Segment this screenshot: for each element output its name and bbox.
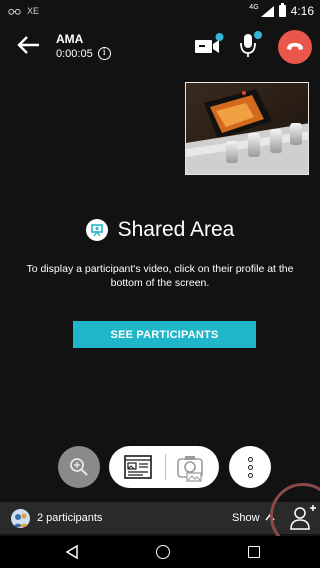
shared-area-description: To display a participant's video, click … [26,263,294,289]
status-left-text: XE [27,6,40,16]
call-timer-value: 0:00:05 [56,47,93,60]
glasses-icon [8,8,21,15]
participants-avatar-icon [11,509,30,528]
video-preview-thumbnail[interactable] [185,82,309,175]
zoom-icon [70,458,88,476]
nav-back-icon[interactable] [65,545,79,559]
shared-area-title: Shared Area [117,218,235,241]
chevron-up-icon[interactable] [264,512,276,522]
whiteboard-icon[interactable] [194,31,226,59]
media-toolbar [109,446,219,488]
device-photo [186,83,308,174]
battery-icon [278,3,286,17]
call-timer: 0:00:05 i [56,47,111,60]
nav-home-icon[interactable] [156,545,170,559]
participants-bar[interactable]: 2 participants Show [0,502,320,534]
back-arrow-icon[interactable] [16,32,42,58]
microphone-icon[interactable] [236,29,266,59]
app-screen: XE 4G 4:16 AMA 0:00:05 i Shared Area To … [0,0,320,568]
call-header: AMA 0:00:05 i [0,24,320,68]
more-options-button[interactable] [229,446,271,488]
gallery-icon[interactable] [123,453,153,481]
network-label: 4G [249,3,259,11]
toolbar-divider [165,454,166,480]
info-icon[interactable]: i [97,47,111,60]
hangup-button[interactable] [278,30,312,64]
see-participants-button[interactable]: SEE PARTICIPANTS [73,321,256,348]
call-title: AMA [56,32,84,46]
shared-area-icon [85,219,108,241]
android-nav-bar [0,536,320,568]
show-toggle[interactable]: Show [232,512,260,524]
add-participant-icon[interactable] [283,502,320,534]
shared-area-heading: Shared Area [0,218,320,242]
participants-count: 2 participants [37,512,103,524]
hangup-icon [287,43,303,50]
more-icon [247,456,253,462]
zoom-button[interactable] [58,446,100,488]
nav-recents-icon[interactable] [248,546,260,558]
status-time: 4:16 [290,4,314,18]
camera-icon[interactable] [175,452,205,482]
status-bar: XE 4G 4:16 [0,0,320,24]
signal-icon [260,5,274,17]
